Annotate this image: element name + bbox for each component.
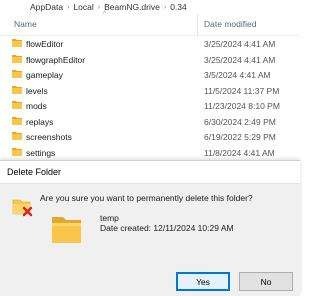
chevron-right-icon: ›	[97, 3, 101, 11]
breadcrumb-item-version[interactable]: 0.34	[170, 2, 187, 12]
column-header-date-modified[interactable]: Date modified	[204, 19, 256, 29]
folder-row[interactable]: settings 11/8/2024 4:41 AM	[0, 145, 300, 161]
folder-row[interactable]: mods 11/23/2024 8:10 PM	[0, 98, 300, 114]
folder-icon	[12, 85, 22, 94]
sort-chevron-icon: ^	[103, 11, 107, 18]
yes-button-label: Yes	[196, 276, 210, 287]
breadcrumb: AppData › Local › BeamNG.drive › 0.34	[0, 0, 300, 14]
column-header-bar: ^ Name Date modified	[0, 11, 300, 36]
yes-button[interactable]: Yes	[176, 272, 230, 291]
folder-name: screenshots	[26, 132, 72, 142]
folder-icon	[52, 217, 81, 243]
breadcrumb-item-appdata[interactable]: AppData	[30, 2, 63, 12]
folder-icon	[12, 70, 22, 78]
folder-icon	[12, 39, 22, 47]
folder-name: levels	[26, 85, 48, 96]
folder-name: flowgraphEditor	[26, 54, 86, 65]
no-button-label: No	[260, 276, 272, 287]
folder-name: gameplay	[26, 70, 63, 80]
folder-name: settings	[26, 147, 56, 158]
chevron-right-icon: ›	[67, 3, 70, 11]
folder-date-modified: 3/5/2024 4:41 AM	[204, 70, 271, 80]
folder-date-modified: 6/30/2024 2:49 PM	[204, 116, 276, 127]
delete-folder-icon	[12, 199, 33, 217]
folder-date-modified: 11/5/2024 11:37 PM	[204, 85, 280, 96]
item-date-created: Date created: 12/11/2024 10:29 AM	[100, 223, 234, 233]
chevron-right-icon: ›	[163, 3, 167, 11]
folder-icon	[12, 132, 22, 140]
column-divider[interactable]	[197, 14, 198, 36]
item-name: temp	[100, 213, 119, 223]
dialog-title: Delete Folder	[7, 167, 62, 177]
breadcrumb-item-local[interactable]: Local	[73, 2, 93, 12]
folder-date-modified: 11/8/2024 4:41 AM	[204, 147, 275, 158]
folder-name: replays	[26, 116, 54, 127]
column-header-name[interactable]: Name	[14, 19, 37, 29]
folder-row[interactable]: flowgraphEditor 3/25/2024 4:41 AM	[0, 52, 300, 68]
folder-row[interactable]: screenshots 6/19/2022 5:29 PM	[0, 129, 300, 145]
folder-icon	[12, 101, 22, 109]
folder-icon	[12, 147, 22, 156]
folder-row[interactable]: replays 6/30/2024 2:49 PM	[0, 114, 300, 130]
folder-name: mods	[26, 101, 47, 111]
file-list: flowEditor 3/25/2024 4:41 AM flowgraphEdit…	[0, 36, 300, 176]
dialog-body: Are you sure you want to permanently del…	[0, 183, 300, 296]
folder-date-modified: 11/23/2024 8:10 PM	[204, 101, 280, 111]
folder-row[interactable]: levels 11/5/2024 11:37 PM	[0, 83, 300, 99]
folder-row[interactable]: gameplay 3/5/2024 4:41 AM	[0, 67, 300, 83]
delete-folder-dialog: Delete Folder Are you sure you want to p…	[0, 160, 300, 296]
folder-name: flowEditor	[26, 39, 64, 49]
folder-icon	[12, 116, 22, 125]
folder-row[interactable]: flowEditor 3/25/2024 4:41 AM	[0, 36, 300, 52]
confirm-question: Are you sure you want to permanently del…	[40, 193, 253, 203]
breadcrumb-item-beamng[interactable]: BeamNG.drive	[104, 2, 160, 12]
no-button[interactable]: No	[239, 272, 293, 291]
folder-date-modified: 3/25/2024 4:41 AM	[204, 54, 276, 65]
folder-date-modified: 6/19/2022 5:29 PM	[204, 132, 276, 142]
folder-date-modified: 3/25/2024 4:41 AM	[204, 39, 276, 49]
folder-icon	[12, 54, 22, 63]
